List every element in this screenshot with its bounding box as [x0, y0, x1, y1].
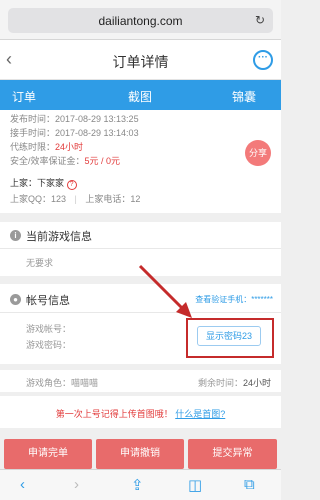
view-phone-link[interactable]: 查看验证手机：******* — [195, 294, 273, 305]
duration-row: 代练时限：24小时 — [10, 140, 83, 153]
forward-icon[interactable]: › — [74, 476, 79, 493]
publish-time: 发布时间：2017-08-29 13:13:25 — [10, 114, 139, 124]
annotation-arrow — [138, 264, 192, 318]
tabs-icon[interactable]: ⧉ — [244, 476, 255, 493]
tab-screenshots[interactable]: 截图 — [128, 88, 152, 105]
owner-row: 上家：下家家 ? — [10, 176, 77, 190]
reload-icon[interactable]: ↻ — [255, 13, 265, 27]
game-info-content: 无要求 — [26, 258, 54, 268]
address-field[interactable]: dailiantong.com ↻ — [8, 8, 273, 33]
browser-url-bar: dailiantong.com ↻ — [0, 0, 281, 40]
share-button[interactable]: 分享 — [245, 140, 271, 166]
info-icon: i — [10, 230, 21, 241]
page-title: 订单详情 — [112, 54, 169, 70]
tab-order[interactable]: 订单 — [12, 88, 36, 105]
accept-time: 接手时间：2017-08-29 13:14:03 — [10, 128, 139, 138]
owner-value: 下家家 — [37, 178, 65, 188]
bookmarks-icon[interactable]: ◫ — [188, 476, 202, 494]
role-info: 游戏角色：喵喵喵 — [26, 376, 98, 389]
role-label: 游戏角色： — [26, 378, 72, 388]
duration-label: 代练时限： — [10, 142, 56, 152]
what-is-first-image-link[interactable]: 什么是首图? — [175, 409, 225, 419]
owner-qq: 上家QQ：123 — [10, 194, 67, 204]
browser-toolbar: ‹ › ⇪ ◫ ⧉ — [0, 469, 281, 500]
url-text[interactable]: dailiantong.com — [8, 14, 273, 28]
notice-text: 第一次上号记得上传首图哦！ — [55, 409, 173, 419]
user-icon: ● — [10, 294, 21, 305]
role-value: 喵喵喵 — [71, 378, 99, 388]
apply-complete-button[interactable]: 申请完单 — [4, 439, 92, 469]
deposit-label: 安全/效率保证金： — [10, 156, 85, 166]
tab-tips[interactable]: 锦囊 — [232, 88, 256, 105]
apply-cancel-button[interactable]: 申请撤销 — [96, 439, 184, 469]
divider — [0, 248, 281, 249]
chat-bubble-icon[interactable]: ··· — [253, 50, 273, 70]
remaining-info: 剩余时间：24小时 — [198, 376, 271, 389]
account-label: 游戏帐号： — [26, 324, 72, 334]
help-icon[interactable]: ? — [66, 180, 77, 190]
back-icon[interactable]: ‹ — [20, 476, 25, 493]
owner-phone: 上家电话：12 — [85, 194, 141, 204]
notice-row: 第一次上号记得上传首图哦！ 什么是首图? — [0, 396, 281, 428]
order-info-card: 发布时间：2017-08-29 13:13:25 接手时间：2017-08-29… — [0, 110, 281, 213]
game-info-title: 当前游戏信息 — [26, 231, 92, 243]
tab-bar: 订单 截图 锦囊 — [0, 80, 281, 110]
deposit-value: 5元 / 0元 — [84, 156, 121, 166]
password-label: 游戏密码： — [26, 340, 72, 350]
notice: 第一次上号记得上传首图哦！ 什么是首图? — [0, 407, 281, 420]
contact-row: 上家QQ：123 | 上家电话：12 — [10, 194, 141, 204]
deposit-row: 安全/效率保证金：5元 / 0元 — [10, 154, 120, 167]
account-title: 帐号信息 — [26, 295, 70, 307]
highlight-box — [186, 318, 274, 358]
owner-label: 上家： — [10, 178, 38, 188]
action-bar: 申请完单 申请撤销 提交异常 — [0, 435, 281, 469]
submit-exception-button[interactable]: 提交异常 — [188, 439, 277, 469]
role-row: 游戏角色：喵喵喵 剩余时间：24小时 — [0, 370, 281, 392]
duration-value: 24小时 — [55, 142, 84, 152]
remaining-value: 24小时 — [242, 378, 271, 388]
remaining-label: 剩余时间： — [197, 378, 243, 388]
nav-bar: ‹ 订单详情 ··· — [0, 40, 281, 80]
share-icon[interactable]: ⇪ — [131, 476, 144, 494]
